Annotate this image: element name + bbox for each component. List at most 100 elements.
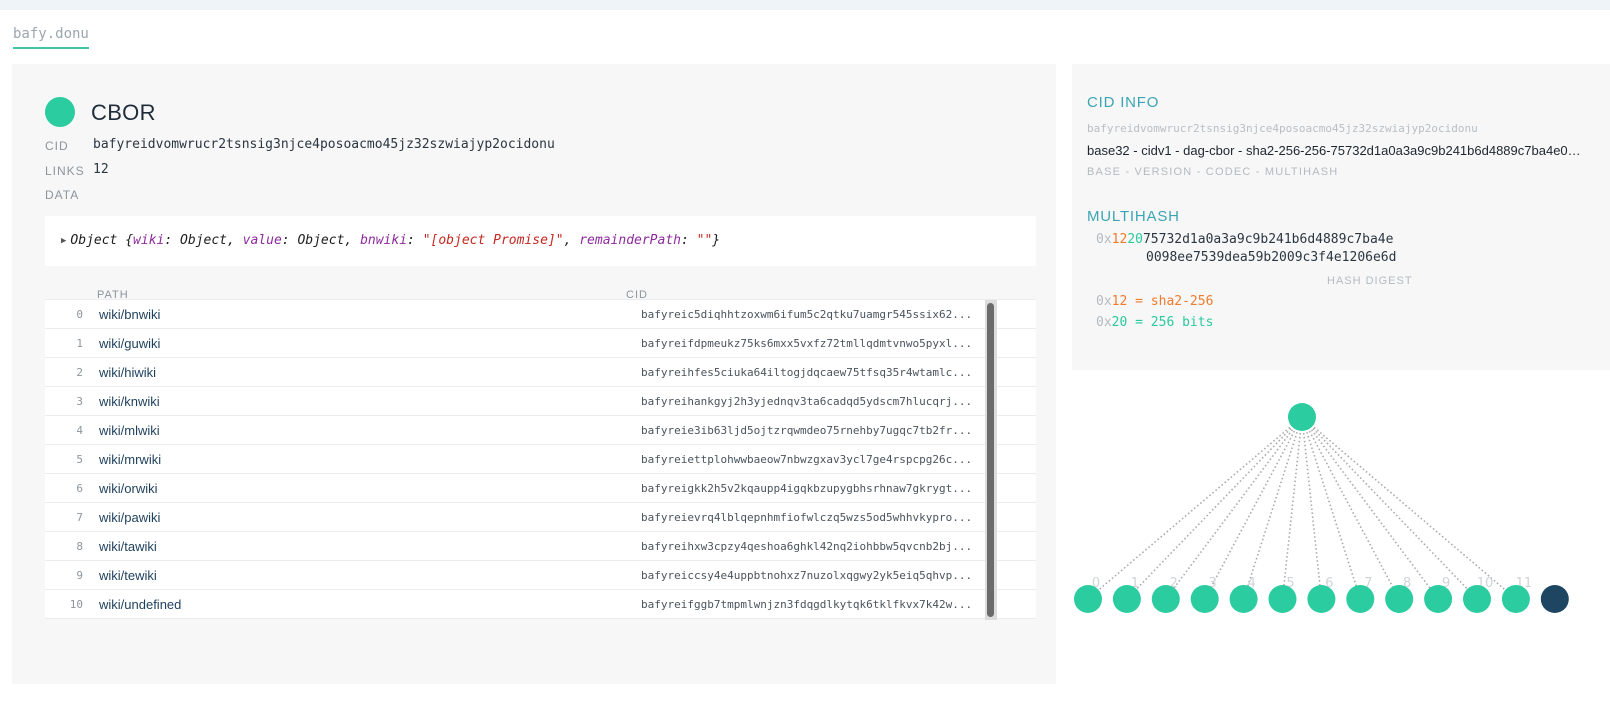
graph-child-node[interactable] (1112, 585, 1141, 613)
table-row[interactable]: 1 wiki/guwiki bafyreifdpmeukz75ks6mxx5vxfz… (45, 328, 1036, 357)
row-cid: bafyreihankgyj2h3yjednqv3ta6cadqd5ydscm7… (641, 395, 973, 408)
graph-child-node[interactable] (1424, 585, 1453, 613)
row-path-link[interactable]: wiki/tawiki (99, 539, 157, 554)
hash-digest-1: 75732d1a0a3a9c9b241b6d4889c7ba4e (1142, 232, 1394, 247)
hash-code-desc: = sha2-256 (1127, 294, 1214, 309)
object-prefix: Object { (70, 233, 134, 248)
graph-child-node[interactable] (1463, 585, 1491, 613)
row-path-link[interactable]: wiki/orwiki (99, 481, 158, 496)
hash-length: 20 (1111, 315, 1128, 330)
expand-triangle-icon[interactable]: ▶ (61, 236, 66, 246)
table-row[interactable]: 4 wiki/mlwiki bafyreie3ib63ljd5ojtzrqwmdeo… (45, 415, 1036, 444)
graph-child-node[interactable] (1268, 585, 1297, 613)
graph-edge (1242, 416, 1303, 600)
table-row[interactable]: 10 wiki/undefined bafyreifggb7tmpmlwnjzn3f… (45, 589, 1036, 618)
graph-edge (1301, 416, 1439, 600)
table-scrollbar[interactable] (985, 300, 997, 620)
multihash-heading: MULTIHASH (1087, 208, 1180, 225)
graph-child-node[interactable] (1385, 585, 1414, 613)
graph-child-node[interactable] (1501, 585, 1530, 613)
multihash-line-1: 0x122075732d1a0a3a9c9b241b6d4889c7ba4e (1096, 232, 1393, 247)
cid-info-description: base32 - cidv1 - dag-cbor - sha2-256-256… (1087, 143, 1582, 158)
table-row[interactable]: 2 wiki/hiwiki bafyreihfes5ciuka64iltogjdqc… (45, 357, 1036, 386)
row-cid: bafyreiettplohwwbaeow7nbwzgxav3ycl7ge4rs… (641, 453, 973, 466)
object-value: Object (297, 233, 345, 248)
row-cid: bafyreie3ib63ljd5ojtzrqwmdeo75rnehby7ugq… (641, 424, 973, 437)
row-index: 7 (76, 511, 83, 524)
row-cid: bafyreievrq4lblqepnhmfiofwlczq5wzs5od5wh… (641, 511, 973, 524)
row-path-link[interactable]: wiki/knwiki (99, 394, 160, 409)
links-value: 12 (93, 162, 109, 177)
table-row[interactable]: 3 wiki/knwiki bafyreihankgyj2h3yjednqv3ta6… (45, 386, 1036, 415)
graph-selected-node[interactable] (1540, 585, 1569, 613)
graph-edge (1301, 416, 1517, 600)
object-value: "[object Promise]" (422, 233, 564, 248)
row-index: 10 (69, 598, 83, 611)
table-row[interactable]: 0 wiki/bnwiki bafyreic5diqhhtzoxwm6ifum5c2… (45, 299, 1036, 328)
object-inspector[interactable]: ▶ Object {wiki: Object, value: Object, bn… (45, 216, 1036, 266)
row-path-link[interactable]: wiki/undefined (99, 597, 181, 612)
dag-graph[interactable]: 0 1 2 3 4 5 6 7 8 9 10 11 (1072, 390, 1610, 670)
row-path-link[interactable]: wiki/hiwiki (99, 365, 156, 380)
graph-child-node[interactable] (1346, 585, 1375, 613)
table-row[interactable]: 7 wiki/pawiki bafyreievrq4lblqepnhmfiofwlc… (45, 502, 1036, 531)
graph-child-node[interactable] (1151, 585, 1180, 613)
cid-info-panel: CID INFO bafyreidvomwrucr2tsnsig3njce4po… (1072, 64, 1610, 370)
row-index: 9 (76, 569, 83, 582)
row-index: 6 (76, 482, 83, 495)
hash-code: 12 (1111, 294, 1128, 309)
hash-code-line: 0x12 = sha2-256 (1096, 294, 1213, 309)
data-label: DATA (45, 188, 80, 202)
scrollbar-thumb[interactable] (987, 303, 994, 617)
row-cid: bafyreihfes5ciuka64iltogjdqcaew75tfsq35r… (641, 366, 973, 379)
graph-edge (1281, 416, 1303, 600)
row-cid: bafyreic5diqhhtzoxwm6ifum5c2qtku7uamgr54… (641, 308, 973, 321)
graph-edge (1301, 416, 1323, 600)
row-cid: bafyreifggb7tmpmlwnjzn3fdqgdlkytqk6tklfk… (641, 598, 973, 611)
breadcrumb[interactable]: bafy.donu (13, 26, 89, 49)
row-path-link[interactable]: wiki/tewiki (99, 568, 157, 583)
hash-digest-label: HASH DIGEST (1327, 275, 1413, 287)
table-row[interactable]: 5 wiki/mrwiki bafyreiettplohwwbaeow7nbwzgx… (45, 444, 1036, 473)
graph-child-node[interactable] (1307, 585, 1336, 613)
graph-child-node[interactable] (1229, 585, 1258, 613)
node-title: CBOR (91, 100, 156, 125)
cid-info-subtitle: BASE - VERSION - CODEC - MULTIHASH (1087, 166, 1339, 178)
row-cid: bafyreigkk2h5v2kqaupp4igqkbzupygbhsrhnaw… (641, 482, 973, 495)
row-path-link[interactable]: wiki/guwiki (99, 336, 160, 351)
cid-value: bafyreidvomwrucr2tsnsig3njce4posoacmo45j… (93, 137, 555, 152)
graph-edge (1087, 416, 1303, 600)
row-index: 8 (76, 540, 83, 553)
row-path-link[interactable]: wiki/pawiki (99, 510, 160, 525)
row-index: 5 (76, 453, 83, 466)
table-row[interactable]: 11value/_links/0/_cidQmehmTgJn4EpTdmiU3X… (45, 618, 1036, 619)
graph-edge (1301, 416, 1400, 600)
row-path-link[interactable]: wiki/mlwiki (99, 423, 160, 438)
cid-info-cid: bafyreidvomwrucr2tsnsig3njce4posoacmo45j… (1087, 122, 1478, 135)
links-table: 0 wiki/bnwiki bafyreic5diqhhtzoxwm6ifum5c2… (45, 299, 1036, 619)
table-row[interactable]: 8 wiki/tawiki bafyreihxw3cpzy4qeshoa6ghkl4… (45, 531, 1036, 560)
graph-edge (1301, 416, 1362, 600)
object-key: value (242, 233, 282, 248)
hex-prefix: 0x (1096, 232, 1112, 247)
graph-root-node[interactable] (1288, 403, 1316, 431)
object-key: bnwiki (360, 233, 408, 248)
table-row[interactable]: 6 wiki/orwiki bafyreigkk2h5v2kqaupp4igqkbz… (45, 473, 1036, 502)
row-path-link[interactable]: wiki/bnwiki (99, 307, 160, 322)
hash-length-line: 0x20 = 256 bits (1096, 315, 1213, 330)
table-row[interactable]: 9 wiki/tewiki bafyreiccsy4e4uppbtnohxz7nuz… (45, 560, 1036, 589)
row-path-link[interactable]: wiki/mrwiki (99, 452, 161, 467)
graph-child-node[interactable] (1074, 585, 1102, 613)
multihash-line-2: 0098ee7539dea59b2009c3f4e1206e6d (1146, 250, 1397, 265)
object-key: remainderPath (579, 233, 681, 248)
cid-label: CID (45, 139, 69, 153)
graph-child-node[interactable] (1190, 585, 1219, 613)
links-label: LINKS (45, 164, 85, 178)
codec-dot-icon (45, 97, 75, 127)
row-index: 0 (76, 308, 83, 321)
row-cid: bafyreihxw3cpzy4qeshoa6ghkl42nq2iohbbw5q… (641, 540, 973, 553)
cid-info-heading: CID INFO (1087, 94, 1160, 111)
row-index: 1 (76, 337, 83, 350)
hash-length-desc: = 256 bits (1127, 315, 1214, 330)
object-key: wiki (133, 233, 165, 248)
